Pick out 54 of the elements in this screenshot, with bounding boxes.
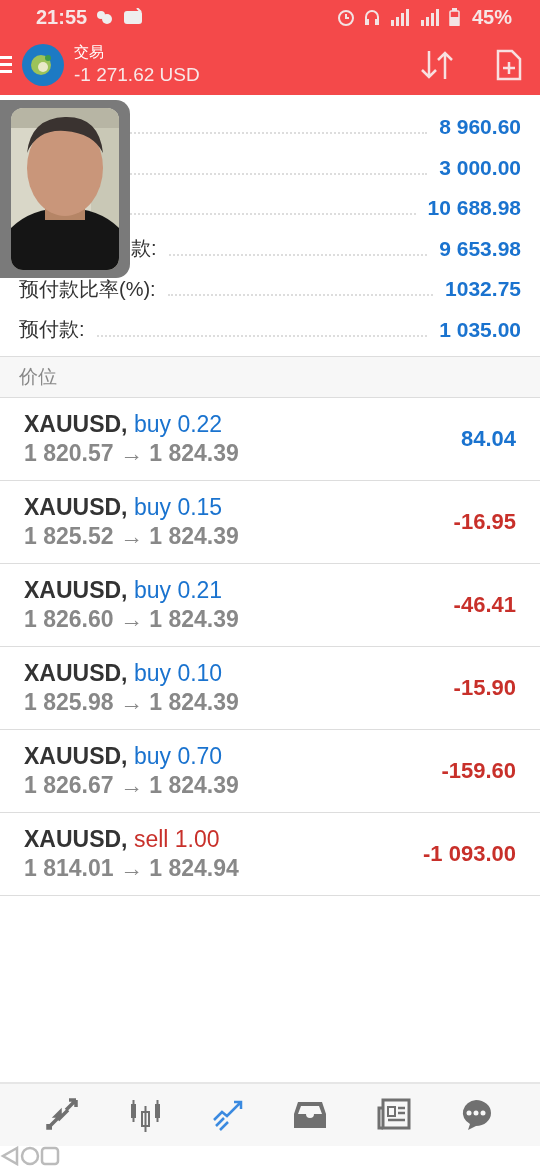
position-title: XAUUSD, buy 0.10 (24, 660, 224, 687)
position-title: XAUUSD, buy 0.15 (24, 494, 224, 521)
position-profit: -16.95 (453, 509, 516, 535)
position-profit: -159.60 (441, 758, 516, 784)
position-row[interactable]: XAUUSD, sell 1.00 1 814.01 → 1 824.94 -1 093.00 (0, 813, 540, 896)
recents-icon[interactable] (40, 1146, 60, 1166)
summary-label: 预付款: (19, 317, 85, 343)
position-profit: -1 093.00 (423, 841, 516, 867)
summary-value: 10 688.98 (427, 196, 521, 221)
position-row[interactable]: XAUUSD, buy 0.10 1 825.98 → 1 824.39 -15.90 (0, 647, 540, 730)
position-prices: 1 814.01 → 1 824.94 (24, 855, 240, 882)
app-logo-icon (22, 43, 64, 86)
section-title: 价位 (19, 365, 57, 389)
alarm-icon (336, 8, 355, 26)
position-prices: 1 825.98 → 1 824.39 (24, 689, 240, 716)
position-title: XAUUSD, sell 1.00 (24, 826, 221, 853)
position-title: XAUUSD, buy 0.22 (24, 411, 224, 438)
candlestick-icon[interactable] (129, 1098, 163, 1132)
position-profit: 84.04 (460, 426, 516, 452)
position-row[interactable]: XAUUSD, buy 0.70 1 826.67 → 1 824.39 -159.60 (0, 730, 540, 813)
header-title: 交易 (74, 43, 105, 62)
position-title: XAUUSD, buy 0.70 (24, 743, 224, 770)
menu-icon[interactable] (0, 56, 12, 73)
position-row[interactable]: XAUUSD, buy 0.22 1 820.57 → 1 824.39 84.04 (0, 398, 540, 481)
account-balance: -1 271.62 USD (74, 64, 200, 86)
position-prices: 1 825.52 → 1 824.39 (24, 523, 240, 550)
position-profit: -46.41 (453, 592, 516, 618)
newspaper-icon[interactable] (376, 1098, 411, 1132)
add-document-icon[interactable] (496, 48, 522, 81)
summary-value: 8 960.60 (439, 115, 521, 140)
battery-icon (448, 8, 460, 26)
photo-app-icon (123, 8, 144, 26)
signal-icon (418, 8, 441, 26)
home-icon[interactable] (20, 1146, 40, 1166)
headphones-icon (362, 8, 381, 26)
position-prices: 1 826.60 → 1 824.39 (24, 606, 240, 633)
summary-label: 款: (131, 236, 157, 262)
sort-icon[interactable] (420, 48, 454, 81)
position-prices: 1 820.57 → 1 824.39 (24, 440, 240, 467)
summary-label: 预付款比率(%): (19, 276, 156, 302)
position-row[interactable]: XAUUSD, buy 0.21 1 826.60 → 1 824.39 -46.41 (0, 564, 540, 647)
status-time: 21:55 (36, 5, 88, 29)
back-icon[interactable] (0, 1146, 20, 1166)
summary-value: 3 000.00 (439, 155, 521, 180)
position-prices: 1 826.67 → 1 824.39 (24, 772, 240, 799)
summary-value: 9 653.98 (439, 236, 521, 261)
arrows-icon[interactable] (46, 1098, 81, 1132)
summary-value: 1032.75 (445, 277, 521, 302)
signal-icon (388, 8, 411, 26)
battery-percent: 45% (471, 5, 512, 29)
summary-value: 1 035.00 (439, 317, 521, 342)
position-row[interactable]: XAUUSD, buy 0.15 1 825.52 → 1 824.39 -16.95 (0, 481, 540, 564)
position-profit: -15.90 (453, 675, 516, 701)
position-title: XAUUSD, buy 0.21 (24, 577, 224, 604)
